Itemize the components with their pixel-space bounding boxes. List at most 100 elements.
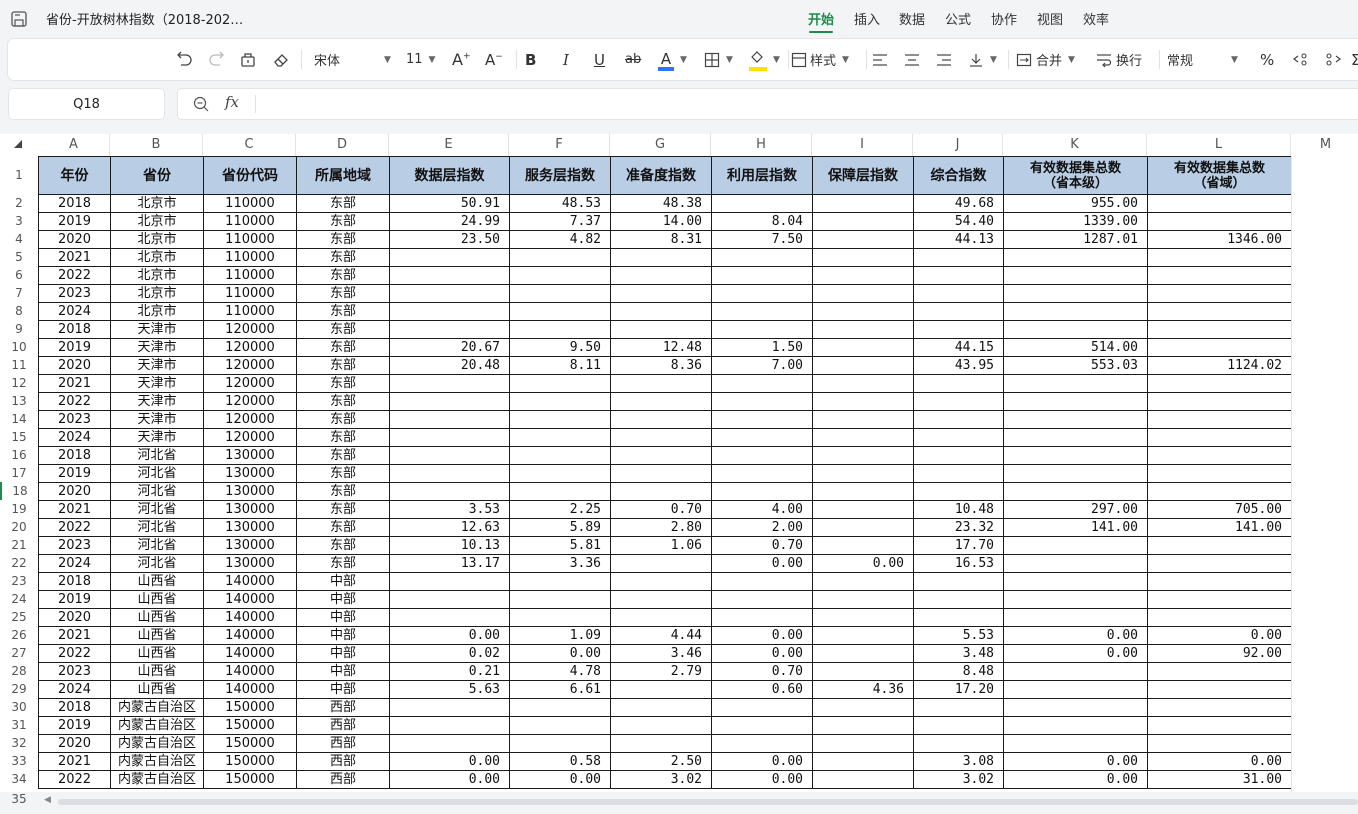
table-cell[interactable]: 北京市 xyxy=(110,284,204,303)
table-cell[interactable]: 110000 xyxy=(203,212,297,231)
table-cell[interactable]: 49.68 xyxy=(913,194,1004,213)
table-cell[interactable] xyxy=(389,572,510,591)
increase-font-icon[interactable]: A+ xyxy=(452,39,471,80)
tab-efficiency[interactable]: 效率 xyxy=(1083,9,1109,28)
table-cell[interactable]: 0.00 xyxy=(389,626,510,645)
header-cell[interactable]: 年份 xyxy=(38,156,111,195)
table-cell[interactable] xyxy=(509,392,611,411)
table-cell[interactable] xyxy=(812,662,914,681)
table-cell[interactable] xyxy=(389,716,510,735)
table-cell[interactable] xyxy=(1003,266,1148,285)
align-left-icon[interactable] xyxy=(872,39,888,80)
row-number[interactable]: 26 xyxy=(0,626,38,644)
column-header[interactable]: A xyxy=(38,134,110,156)
table-cell[interactable] xyxy=(812,464,914,483)
table-cell[interactable] xyxy=(509,374,611,393)
table-cell[interactable] xyxy=(1147,608,1292,627)
table-cell[interactable]: 92.00 xyxy=(1147,644,1292,663)
font-size-select[interactable]: 11 ▼ xyxy=(406,39,440,80)
table-cell[interactable]: 48.53 xyxy=(509,194,611,213)
tab-collaborate[interactable]: 协作 xyxy=(991,9,1017,28)
table-cell[interactable] xyxy=(812,644,914,663)
table-cell[interactable] xyxy=(1147,554,1292,573)
row-number[interactable]: 19 xyxy=(0,500,38,518)
table-cell[interactable]: 东部 xyxy=(296,302,390,321)
table-cell[interactable] xyxy=(1003,482,1148,501)
table-cell[interactable]: 0.00 xyxy=(812,554,914,573)
table-cell[interactable] xyxy=(812,590,914,609)
table-cell[interactable] xyxy=(1147,680,1292,699)
table-cell[interactable]: 河北省 xyxy=(110,536,204,555)
table-cell[interactable]: 2.79 xyxy=(610,662,712,681)
table-cell[interactable] xyxy=(711,284,813,303)
table-cell[interactable] xyxy=(711,698,813,717)
table-cell[interactable]: 110000 xyxy=(203,248,297,267)
table-cell[interactable]: 141.00 xyxy=(1003,518,1148,537)
table-cell[interactable] xyxy=(610,266,712,285)
table-cell[interactable] xyxy=(711,410,813,429)
table-cell[interactable] xyxy=(711,374,813,393)
table-cell[interactable]: 48.38 xyxy=(610,194,712,213)
table-cell[interactable] xyxy=(610,698,712,717)
table-cell[interactable] xyxy=(509,482,611,501)
table-cell[interactable]: 4.36 xyxy=(812,680,914,699)
table-cell[interactable]: 14.00 xyxy=(610,212,712,231)
table-cell[interactable]: 东部 xyxy=(296,338,390,357)
table-cell[interactable]: 110000 xyxy=(203,194,297,213)
table-cell[interactable] xyxy=(509,734,611,753)
table-cell[interactable] xyxy=(1003,374,1148,393)
formula-bar[interactable]: fx xyxy=(177,88,1358,120)
table-cell[interactable] xyxy=(1003,446,1148,465)
table-cell[interactable] xyxy=(913,428,1004,447)
table-cell[interactable]: 2020 xyxy=(38,608,111,627)
table-cell[interactable]: 2024 xyxy=(38,680,111,699)
table-cell[interactable] xyxy=(389,392,510,411)
table-cell[interactable] xyxy=(812,752,914,771)
table-cell[interactable] xyxy=(1003,734,1148,753)
table-cell[interactable]: 44.13 xyxy=(913,230,1004,249)
table-cell[interactable]: 2021 xyxy=(38,500,111,519)
table-cell[interactable]: 内蒙古自治区 xyxy=(110,752,204,771)
table-cell[interactable]: 天津市 xyxy=(110,320,204,339)
table-cell[interactable] xyxy=(711,608,813,627)
table-cell[interactable]: 8.36 xyxy=(610,356,712,375)
redo-icon[interactable] xyxy=(207,39,225,80)
table-cell[interactable]: 130000 xyxy=(203,500,297,519)
table-cell[interactable] xyxy=(711,392,813,411)
table-cell[interactable]: 2020 xyxy=(38,356,111,375)
table-cell[interactable]: 0.00 xyxy=(1003,626,1148,645)
zoom-icon[interactable] xyxy=(193,96,209,116)
table-cell[interactable]: 5.63 xyxy=(389,680,510,699)
table-cell[interactable]: 中部 xyxy=(296,680,390,699)
table-cell[interactable] xyxy=(1003,680,1148,699)
row-number[interactable]: 34 xyxy=(0,770,38,788)
table-cell[interactable]: 东部 xyxy=(296,320,390,339)
table-cell[interactable] xyxy=(1003,284,1148,303)
table-cell[interactable]: 23.32 xyxy=(913,518,1004,537)
table-cell[interactable] xyxy=(1147,338,1292,357)
column-header[interactable]: I xyxy=(812,134,913,156)
table-cell[interactable] xyxy=(1003,428,1148,447)
table-cell[interactable]: 297.00 xyxy=(1003,500,1148,519)
table-cell[interactable]: 2021 xyxy=(38,248,111,267)
table-cell[interactable] xyxy=(1147,374,1292,393)
table-cell[interactable] xyxy=(389,374,510,393)
row-number[interactable]: 13 xyxy=(0,392,38,410)
table-cell[interactable]: 天津市 xyxy=(110,338,204,357)
table-cell[interactable]: 8.31 xyxy=(610,230,712,249)
number-format-select[interactable]: 常规 ▼ xyxy=(1167,39,1247,80)
table-cell[interactable] xyxy=(509,284,611,303)
row-number[interactable]: 27 xyxy=(0,644,38,662)
table-cell[interactable] xyxy=(1003,662,1148,681)
table-cell[interactable]: 3.02 xyxy=(610,770,712,789)
table-cell[interactable]: 河北省 xyxy=(110,446,204,465)
row-number[interactable]: 11 xyxy=(0,356,38,374)
table-cell[interactable]: 120000 xyxy=(203,428,297,447)
table-cell[interactable] xyxy=(509,410,611,429)
row-number[interactable]: 5 xyxy=(0,248,38,266)
table-cell[interactable]: 1287.01 xyxy=(1003,230,1148,249)
table-cell[interactable]: 0.70 xyxy=(711,662,813,681)
column-header[interactable]: K xyxy=(1003,134,1147,156)
table-cell[interactable] xyxy=(812,734,914,753)
table-cell[interactable] xyxy=(812,626,914,645)
